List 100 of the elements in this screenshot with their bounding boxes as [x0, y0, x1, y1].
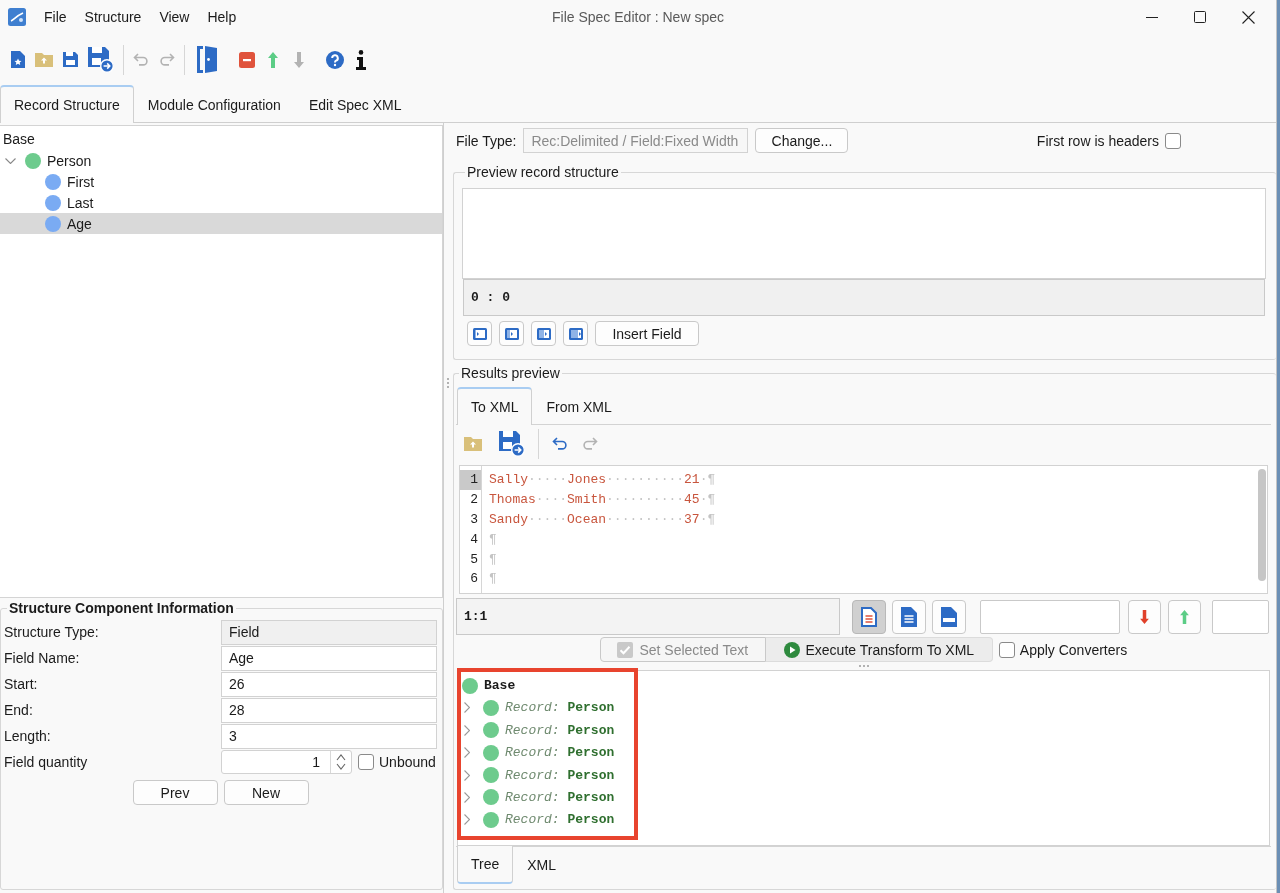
scrollbar-thumb[interactable] — [1258, 469, 1266, 582]
tree-item[interactable]: Record: Person — [464, 741, 615, 764]
dot-icon — [462, 677, 478, 694]
caret-down-icon[interactable] — [4, 157, 16, 164]
down-button[interactable] — [1128, 599, 1161, 634]
code-line: Thomas····Smith··········45·¶ — [489, 492, 716, 508]
insert-field-button[interactable]: Insert Field — [595, 321, 699, 346]
button[interactable]: New — [223, 780, 309, 805]
dot-icon — [483, 789, 499, 806]
menu-item[interactable]: File — [35, 6, 76, 28]
info-icon[interactable] — [356, 49, 366, 70]
group-title: Structure Component Information — [8, 600, 235, 617]
tree-item[interactable]: Record: Person — [464, 763, 615, 787]
tree-item[interactable]: Base — [462, 674, 516, 697]
menu-item[interactable]: Structure — [75, 6, 151, 28]
undo-icon[interactable] — [552, 437, 568, 451]
tree-item[interactable]: Record: Person — [464, 808, 615, 832]
minimize-icon[interactable] — [1146, 16, 1158, 18]
text-field[interactable]: 28 — [221, 697, 437, 723]
menu-item[interactable]: View — [150, 6, 199, 28]
tab[interactable]: From XML — [532, 387, 626, 425]
checkbox-label: Unbound — [379, 754, 436, 770]
save-as-icon[interactable] — [88, 46, 114, 73]
tree-item[interactable]: Record: Person — [464, 719, 615, 742]
checkbox[interactable] — [358, 754, 374, 770]
checkbox-label: First row is headers — [1036, 132, 1159, 149]
view-button[interactable] — [852, 599, 886, 634]
code-line: ¶ — [489, 531, 497, 547]
input-field[interactable] — [1212, 599, 1269, 634]
text-field[interactable]: 26 — [221, 671, 437, 697]
group-title: Results preview — [460, 365, 561, 382]
arrow-down-icon — [1140, 609, 1149, 624]
dot-icon — [483, 767, 499, 784]
save-as-icon[interactable] — [499, 430, 525, 457]
tab[interactable]: Record Structure — [0, 85, 134, 123]
dot-icon — [483, 699, 499, 716]
tree-item[interactable]: Record: Person — [464, 696, 615, 720]
tab[interactable]: Module Configuration — [133, 86, 295, 123]
tool-button[interactable] — [499, 321, 524, 346]
view-button[interactable] — [892, 599, 926, 634]
new-file-icon[interactable] — [11, 51, 25, 68]
line-number: 3 — [469, 511, 479, 529]
spinner-icon[interactable] — [336, 754, 346, 770]
play-icon — [783, 641, 800, 658]
code-line: ¶ — [489, 571, 497, 587]
text-field[interactable]: Age — [221, 645, 437, 671]
tree-item[interactable]: First — [0, 171, 442, 192]
checkmark-icon — [617, 641, 634, 658]
tree-item[interactable]: Age — [0, 213, 442, 234]
field-label: Field Name: — [4, 650, 81, 666]
save-icon[interactable] — [62, 52, 78, 67]
tool-button[interactable] — [563, 321, 588, 346]
tool-button[interactable] — [531, 321, 556, 346]
text-editor[interactable]: 1 2 3 4 5 6 Sally·····Jones··········21·¶ Thomas····Smith··········45·¶ Sandy·····Ocean··········37·¶ ¶ ¶ ¶ — [459, 465, 1268, 595]
tab[interactable]: Tree — [457, 846, 514, 885]
close-icon[interactable] — [1241, 10, 1255, 24]
caret-right-icon[interactable] — [464, 769, 470, 781]
dot-icon — [483, 811, 499, 828]
caret-right-icon[interactable] — [464, 702, 470, 714]
line-number: 1 — [460, 470, 481, 491]
checkbox[interactable] — [998, 641, 1015, 658]
text-field[interactable]: 3 — [221, 723, 437, 749]
search-field[interactable] — [980, 599, 1120, 634]
tree-root-label[interactable]: Base — [0, 129, 442, 150]
menu-item[interactable]: Help — [198, 6, 246, 28]
view-button[interactable] — [932, 599, 966, 634]
caret-right-icon[interactable] — [464, 791, 470, 803]
tab[interactable]: Edit Spec XML — [294, 86, 416, 123]
arrow-up-icon — [1180, 609, 1189, 624]
help-icon[interactable] — [326, 50, 344, 69]
up-button[interactable] — [1168, 599, 1201, 634]
maximize-icon[interactable] — [1194, 11, 1206, 23]
code-line: Sandy·····Ocean··········37·¶ — [489, 512, 716, 527]
document-lines-icon — [861, 606, 877, 627]
checkbox-label: Apply Converters — [1019, 641, 1128, 658]
line-number: 5 — [469, 550, 479, 569]
line-number: 2 — [469, 491, 479, 510]
field-label: Length: — [4, 728, 52, 744]
door-icon[interactable] — [197, 46, 217, 73]
tree-item[interactable]: Record: Person — [464, 786, 615, 809]
field-label: File Type: — [456, 132, 517, 149]
number-field[interactable]: 1 — [221, 750, 352, 774]
position-label: 0 : 0 — [471, 290, 510, 305]
minus-square-icon[interactable] — [239, 51, 255, 68]
execute-button[interactable]: Execute Transform To XML — [765, 637, 993, 663]
tab[interactable]: XML — [513, 846, 571, 885]
tab[interactable]: To XML — [457, 386, 533, 425]
cursor-position-field: 1:1 — [456, 598, 840, 636]
tree-item[interactable]: Last — [0, 192, 442, 213]
code-line: Sally·····Jones··········21·¶ — [489, 472, 716, 488]
code-line: ¶ — [489, 551, 497, 567]
caret-right-icon[interactable] — [464, 724, 470, 736]
tree-item[interactable]: Person — [0, 150, 442, 171]
caret-right-icon[interactable] — [464, 747, 470, 759]
caret-right-icon[interactable] — [464, 814, 470, 826]
column-icon — [568, 327, 583, 340]
button[interactable]: Prev — [132, 780, 218, 805]
tool-button[interactable] — [467, 321, 492, 346]
dot-icon — [483, 722, 499, 739]
column-icon — [472, 327, 487, 340]
